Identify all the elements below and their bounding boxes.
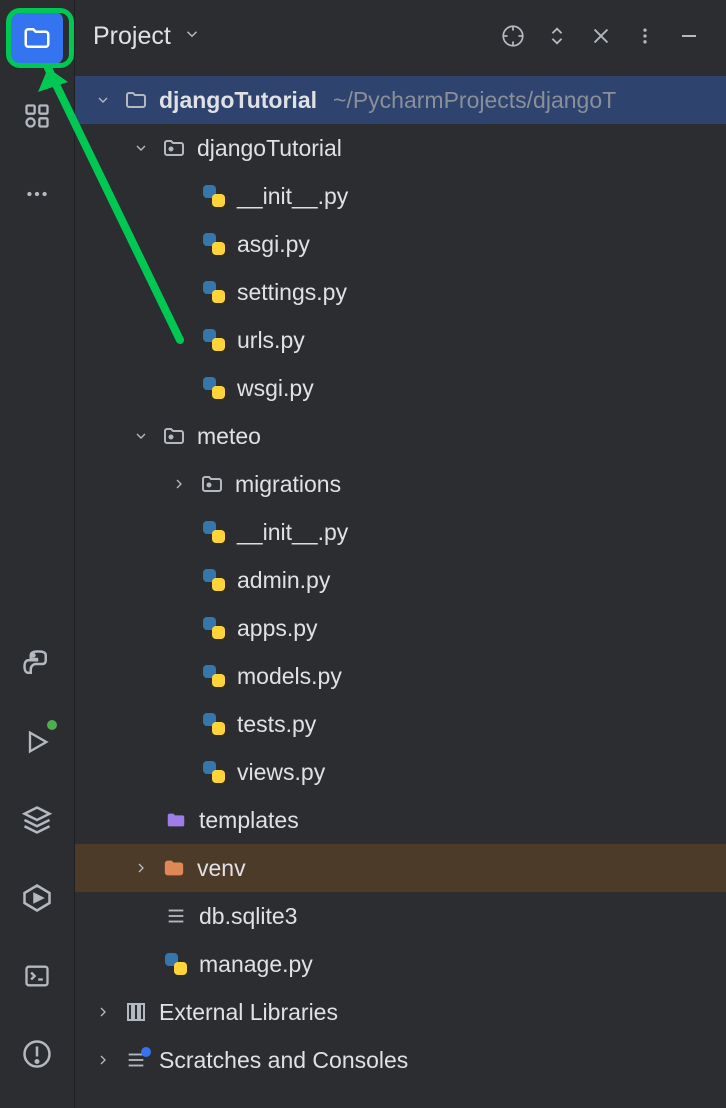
tree-folder[interactable]: meteo	[75, 412, 726, 460]
root-name: djangoTutorial	[159, 87, 317, 114]
tree-file[interactable]: views.py	[75, 748, 726, 796]
chevron-down-icon	[131, 140, 151, 156]
chevron-right-icon	[169, 476, 189, 492]
file-name: admin.py	[237, 567, 330, 594]
tree-file[interactable]: tests.py	[75, 700, 726, 748]
tree-scratches[interactable]: Scratches and Consoles	[75, 1036, 726, 1084]
venv-folder-icon	[161, 857, 187, 879]
file-name: views.py	[237, 759, 325, 786]
left-sidebar	[0, 0, 75, 1108]
chevron-down-icon[interactable]	[183, 25, 201, 48]
file-name: manage.py	[199, 951, 313, 978]
tree-file[interactable]: __init__.py	[75, 172, 726, 220]
chevron-down-icon	[131, 428, 151, 444]
tree-folder[interactable]: djangoTutorial	[75, 124, 726, 172]
file-name: wsgi.py	[237, 375, 314, 402]
python-file-icon	[201, 713, 227, 735]
tree-folder[interactable]: templates	[75, 796, 726, 844]
package-folder-icon	[161, 136, 187, 160]
chevron-right-icon	[131, 860, 151, 876]
file-name: tests.py	[237, 711, 316, 738]
project-tool-button[interactable]	[11, 12, 63, 64]
tree-file[interactable]: settings.py	[75, 268, 726, 316]
tree-file[interactable]: __init__.py	[75, 508, 726, 556]
python-file-icon	[201, 617, 227, 639]
database-file-icon	[163, 905, 189, 927]
chevron-right-icon	[93, 1052, 113, 1068]
tree-root[interactable]: djangoTutorial ~/PycharmProjects/djangoT	[75, 76, 726, 124]
file-name: settings.py	[237, 279, 347, 306]
python-file-icon	[201, 569, 227, 591]
tree-file[interactable]: db.sqlite3	[75, 892, 726, 940]
more-tool-button[interactable]	[11, 168, 63, 220]
tree-file[interactable]: manage.py	[75, 940, 726, 988]
python-file-icon	[163, 953, 189, 975]
project-tree: djangoTutorial ~/PycharmProjects/djangoT…	[75, 72, 726, 1108]
services-button[interactable]	[11, 872, 63, 924]
file-name: urls.py	[237, 327, 305, 354]
package-folder-icon	[161, 424, 187, 448]
chevron-down-icon	[93, 92, 113, 108]
folder-name: meteo	[197, 423, 261, 450]
python-file-icon	[201, 665, 227, 687]
tree-folder-venv[interactable]: venv	[75, 844, 726, 892]
tree-folder[interactable]: migrations	[75, 460, 726, 508]
python-file-icon	[201, 233, 227, 255]
tree-file[interactable]: admin.py	[75, 556, 726, 604]
tool-window-title[interactable]: Project	[93, 22, 171, 51]
python-file-icon	[201, 329, 227, 351]
terminal-button[interactable]	[11, 950, 63, 1002]
tree-file[interactable]: asgi.py	[75, 220, 726, 268]
root-path: ~/PycharmProjects/djangoT	[333, 87, 616, 114]
templates-folder-icon	[163, 809, 189, 831]
python-file-icon	[201, 521, 227, 543]
python-file-icon	[201, 761, 227, 783]
file-name: __init__.py	[237, 183, 348, 210]
tree-file[interactable]: apps.py	[75, 604, 726, 652]
python-console-button[interactable]	[11, 638, 63, 690]
tree-file[interactable]: urls.py	[75, 316, 726, 364]
run-button[interactable]	[11, 716, 63, 768]
options-button[interactable]	[626, 17, 664, 55]
problems-button[interactable]	[11, 1028, 63, 1080]
node-label: External Libraries	[159, 999, 338, 1026]
folder-name: djangoTutorial	[197, 135, 342, 162]
python-file-icon	[201, 185, 227, 207]
folder-name: venv	[197, 855, 246, 882]
folder-name: templates	[199, 807, 299, 834]
folder-name: migrations	[235, 471, 341, 498]
file-name: apps.py	[237, 615, 318, 642]
select-opened-file-button[interactable]	[494, 17, 532, 55]
structure-tool-button[interactable]	[11, 90, 63, 142]
tool-window-header: Project	[75, 0, 726, 72]
minimize-button[interactable]	[670, 17, 708, 55]
tree-file[interactable]: models.py	[75, 652, 726, 700]
chevron-right-icon	[93, 1004, 113, 1020]
python-file-icon	[201, 377, 227, 399]
close-button[interactable]	[582, 17, 620, 55]
file-name: db.sqlite3	[199, 903, 297, 930]
python-file-icon	[201, 281, 227, 303]
scratches-icon	[123, 1049, 149, 1071]
expand-collapse-button[interactable]	[538, 17, 576, 55]
folder-icon	[123, 88, 149, 112]
stack-button[interactable]	[11, 794, 63, 846]
file-name: models.py	[237, 663, 342, 690]
file-name: asgi.py	[237, 231, 310, 258]
tree-external-libraries[interactable]: External Libraries	[75, 988, 726, 1036]
package-folder-icon	[199, 472, 225, 496]
tree-file[interactable]: wsgi.py	[75, 364, 726, 412]
node-label: Scratches and Consoles	[159, 1047, 408, 1074]
file-name: __init__.py	[237, 519, 348, 546]
library-icon	[123, 1000, 149, 1024]
